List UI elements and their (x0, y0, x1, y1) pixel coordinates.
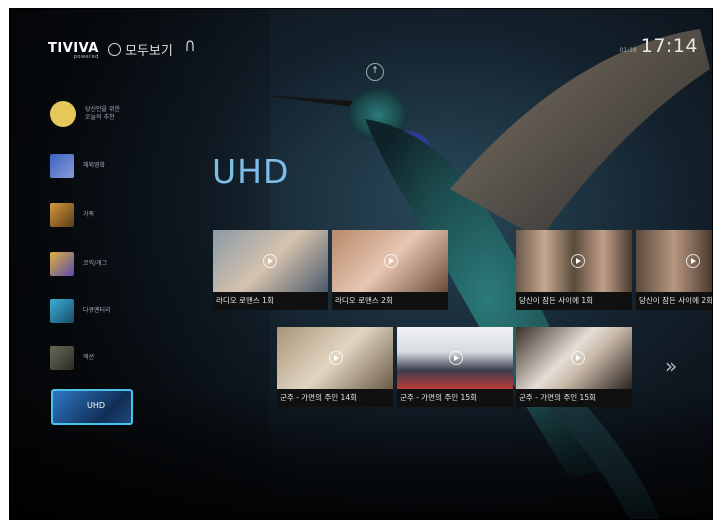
sidebar-label: 해외영화 (83, 162, 106, 169)
tv-screen: TIVIVA powered 모두보기 01:18 17:14 ↑ 당신만을 위… (9, 8, 713, 520)
card-thumbnail (636, 230, 712, 292)
tiviva-logo[interactable]: TIVIVA powered (48, 41, 99, 60)
sidebar-item-documentary[interactable]: 다큐멘터리 (50, 299, 111, 323)
content-card[interactable]: 군주 - 가면의 주인 15회 (397, 327, 513, 407)
card-title: 라디오 로맨스 1회 (213, 292, 328, 310)
sidebar-item-foreign-movie[interactable]: 해외영화 (50, 154, 105, 178)
play-icon (686, 254, 700, 268)
sidebar-item-action[interactable]: 액션 (50, 346, 94, 370)
up-arrow-icon[interactable]: ↑ (366, 63, 384, 81)
play-icon (571, 254, 585, 268)
content-card[interactable]: 당신이 잠든 사이에 1회 (516, 230, 632, 310)
content-card[interactable]: 라디오 로맨스 1회 (213, 230, 328, 310)
all-view-button[interactable]: 모두보기 (108, 40, 173, 59)
play-icon (449, 351, 463, 365)
sidebar-label: 가족 (83, 211, 95, 218)
sidebar-label: 액션 (83, 354, 95, 361)
card-title: 군주 - 가면의 주인 15회 (516, 389, 632, 407)
sidebar-item-uhd[interactable]: UHD (51, 389, 133, 425)
play-icon (571, 351, 585, 365)
content-card[interactable]: 군주 - 가면의 주인 15회 (516, 327, 632, 407)
sidebar-label: 다큐멘터리 (83, 307, 111, 314)
double-chevron-right-icon[interactable]: » (665, 354, 677, 378)
clock-time: 17:14 (640, 35, 698, 57)
card-title: 군주 - 가면의 주인 14회 (277, 389, 393, 407)
sidebar-label: 코믹/개그 (83, 260, 108, 267)
all-view-label: 모두보기 (125, 44, 173, 59)
sidebar-thumb (50, 154, 74, 178)
play-icon (263, 254, 277, 268)
content-card[interactable]: 군주 - 가면의 주인 14회 (277, 327, 393, 407)
card-title: 당신이 잠든 사이에 2회 (636, 292, 712, 310)
content-card[interactable]: 라디오 로맨스 2회 (332, 230, 448, 310)
recommend-icon (50, 101, 76, 127)
menu-circle-icon (108, 43, 121, 56)
user-icon[interactable] (184, 39, 196, 53)
sidebar-label: 오늘의 추천 (85, 114, 115, 121)
sidebar-thumb (50, 346, 74, 370)
card-title: 당신이 잠든 사이에 1회 (516, 292, 632, 310)
sidebar-item-comedy[interactable]: 코믹/개그 (50, 252, 107, 276)
sidebar-thumb (50, 203, 74, 227)
sidebar-item-family[interactable]: 가족 (50, 203, 94, 227)
sidebar-thumb (50, 252, 74, 276)
play-icon (384, 254, 398, 268)
clock: 01:18 17:14 (619, 35, 698, 57)
section-title: UHD (212, 152, 290, 191)
sidebar-active-label: UHD (87, 401, 106, 410)
clock-small: 01:18 (619, 47, 637, 54)
sidebar-thumb (50, 299, 74, 323)
sidebar-label: 당신만을 위한 (85, 106, 121, 113)
sidebar-item-recommend[interactable]: 당신만을 위한 오늘의 추천 (50, 101, 120, 127)
play-icon (329, 351, 343, 365)
content-card[interactable]: 당신이 잠든 사이에 2회 (636, 230, 712, 310)
card-title: 라디오 로맨스 2회 (332, 292, 448, 310)
card-title: 군주 - 가면의 주인 15회 (397, 389, 513, 407)
